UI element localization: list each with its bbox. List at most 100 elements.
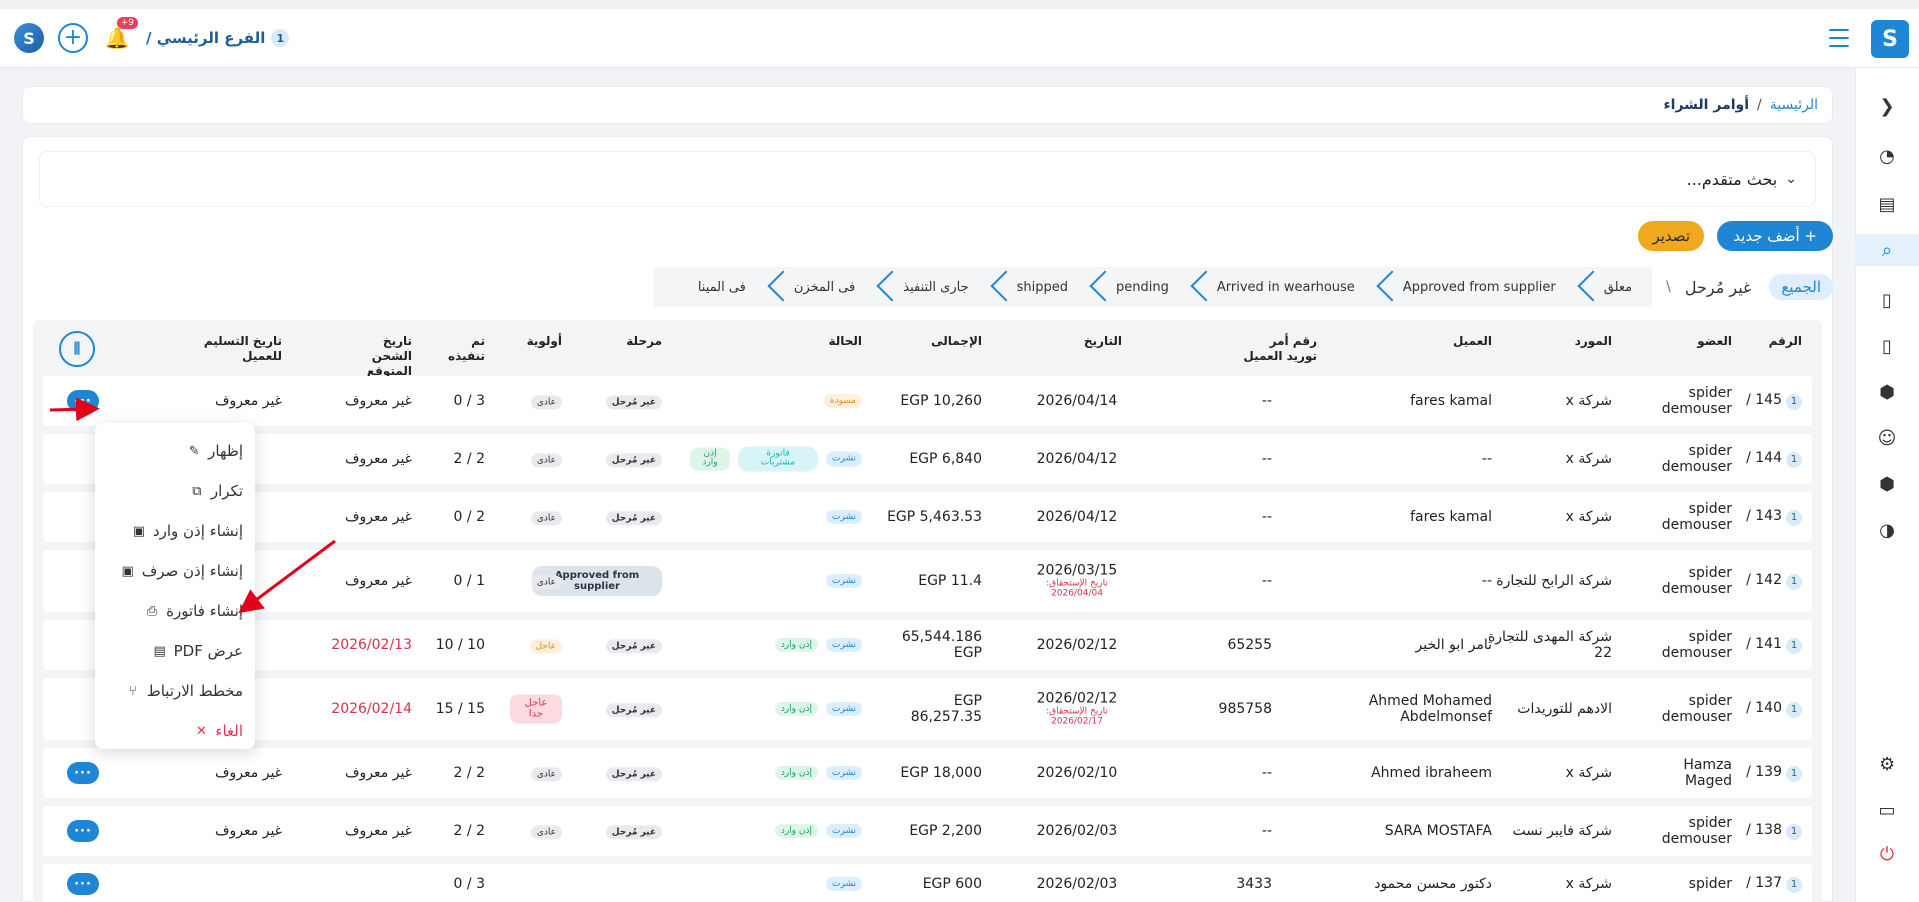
order-id[interactable]: 1139 / [1746, 764, 1802, 782]
order-id[interactable]: 1144 / [1746, 450, 1802, 468]
stage-step[interactable]: Arrived in wearhouse [1189, 267, 1375, 307]
settings-gear-icon[interactable]: ⚙ [1871, 748, 1903, 780]
header-ship-date: تاريخ الشحن المتوقع [366, 334, 412, 378]
dashboard-icon[interactable]: ◔ [1871, 140, 1903, 172]
menu-show[interactable]: إظهار ✎ [95, 431, 255, 471]
table-row[interactable]: 1138 / spider demouser شركة فايبر نست SARA … [43, 806, 1812, 856]
table-row[interactable]: 1143 / spider demouser شركة x fares kamal --… [43, 492, 1812, 542]
stage-step[interactable]: معلق [1576, 267, 1652, 307]
header-date: التاريخ [1083, 334, 1122, 348]
order-total: EGP 10,260 [900, 392, 982, 409]
breadcrumb: الرئيسية / أوامر الشراء [22, 86, 1833, 124]
stage-step[interactable]: فى المينا [670, 267, 766, 307]
stage-step[interactable]: فى المخزن [766, 267, 875, 307]
display-icon[interactable]: ▭ [1871, 794, 1903, 826]
boxes-icon[interactable]: ⬢ [1871, 468, 1903, 500]
breadcrumb-home[interactable]: الرئيسية [1770, 97, 1818, 113]
stage-cell: غير مُرحل [605, 392, 662, 410]
table-row[interactable]: 1145 / spider demouser شركة x fares kamal --… [43, 376, 1812, 426]
status-badges: مسودة [823, 393, 862, 409]
columns-toggle-button[interactable]: ⫼ [59, 331, 95, 367]
order-id[interactable]: 1141 / [1746, 636, 1802, 654]
priority-cell: عادى [530, 450, 562, 468]
inventory-icon[interactable]: ⬢ [1871, 376, 1903, 408]
table-row[interactable]: 1141 / spider demouser شركة المهدى للتجارة… [43, 620, 1812, 670]
order-id[interactable]: 1142 / [1746, 572, 1802, 590]
quick-add-button[interactable]: + [58, 23, 88, 53]
supplier-name: شركة x [1565, 508, 1612, 525]
order-id[interactable]: 1140 / [1746, 700, 1802, 718]
status-badge: إذن وارد [774, 823, 819, 839]
table-row[interactable]: 1139 / Hamza Maged شركة x Ahmed ibraheem -- 2… [43, 748, 1812, 798]
order-total: EGP 18,000 [900, 764, 982, 781]
status-badges: نشرت فاتورة مشتريات إذن وارد [690, 446, 862, 472]
menu-cancel[interactable]: الغاء ✕ [95, 711, 255, 751]
stage-step[interactable]: pending [1088, 267, 1189, 307]
table-row[interactable]: 1140 / spider demouser الادهم للتوريدات Ahm… [43, 678, 1812, 740]
advanced-search-toggle[interactable]: ⌄ بحث متقدم... [39, 151, 1816, 207]
export-button[interactable]: تصدير [1638, 221, 1704, 251]
stage-badge: غير مُرحل [605, 511, 662, 526]
branch-selector[interactable]: 1 الفرع الرئيسي / [146, 29, 290, 47]
done-count: 15 / 15 [435, 700, 485, 717]
order-date: 2026/04/14 [1032, 393, 1122, 409]
power-icon[interactable]: ⏻ [1871, 838, 1903, 870]
stage-step[interactable]: Approved from supplier [1375, 267, 1576, 307]
client-name: fares kamal [1410, 392, 1492, 409]
member-name: spider demouser [1661, 384, 1732, 417]
status-badges: نشرت إذن وارد [774, 765, 862, 781]
close-icon: ✕ [195, 723, 207, 739]
documents-icon[interactable]: ▯ [1871, 284, 1903, 316]
status-badge: نشرت [826, 765, 862, 781]
row-more-button[interactable]: ··· [67, 390, 99, 412]
row-more-button[interactable]: ··· [67, 873, 99, 895]
supplier-name: شركة x [1565, 764, 1612, 781]
priority-badge: عادى [530, 511, 562, 526]
users-icon[interactable]: ☺ [1871, 422, 1903, 454]
notifications-bell-icon[interactable]: 🔔 +9 [102, 17, 138, 53]
table-row[interactable]: 1137 / spider شركة x دكتور محسن محمود 3433 20… [43, 864, 1812, 902]
row-more-button[interactable]: ··· [67, 820, 99, 842]
order-date: 2026/04/12 [1032, 509, 1122, 525]
menu-create-dispatch[interactable]: إنشاء إذن صرف ▣ [95, 551, 255, 591]
stage-step[interactable]: جارى التنفيذ [875, 267, 988, 307]
main-card: ⌄ بحث متقدم... + أضف جديد تصدير الجميع غ… [22, 136, 1833, 902]
client-po: -- [1261, 508, 1272, 525]
menu-create-receipt[interactable]: إنشاء إذن وارد ▣ [95, 511, 255, 551]
order-number: 144 / [1746, 450, 1782, 466]
menu-create-invoice[interactable]: إنشاء فاتورة ⎙ [95, 591, 255, 631]
table-row[interactable]: 1144 / spider demouser شركة x -- -- 2026/04/1… [43, 434, 1812, 484]
header-status: الحالة [828, 334, 862, 348]
client-name: Ahmed Mohamed Abdelmonsef [1368, 692, 1492, 725]
stage-unstaged-tab[interactable]: غير مُرحل [1685, 278, 1752, 297]
purchases-icon[interactable]: ⌕ [1855, 234, 1919, 266]
menu-link-diagram[interactable]: مخطط الارتباط ⑂ [95, 671, 255, 711]
order-id[interactable]: 1145 / [1746, 392, 1802, 410]
stage-step[interactable]: shipped [989, 267, 1088, 307]
order-id[interactable]: 1143 / [1746, 508, 1802, 526]
brand-logo[interactable]: S [1871, 20, 1909, 58]
order-id[interactable]: 1138 / [1746, 822, 1802, 840]
table-row[interactable]: 1142 / spider demouser شركة الرابح للتجارة… [43, 550, 1812, 612]
order-date: 2026/02/03 [1032, 876, 1122, 892]
row-more-button[interactable]: ··· [67, 762, 99, 784]
ship-date: غير معروف [345, 450, 412, 467]
add-new-button[interactable]: + أضف جديد [1717, 221, 1833, 251]
priority-badge: عادى [530, 575, 562, 590]
member-name: spider demouser [1661, 500, 1732, 533]
menu-view-pdf[interactable]: عرض PDF ▤ [95, 631, 255, 671]
app-logo-icon[interactable]: S [14, 23, 44, 53]
pos-icon[interactable]: ▤ [1871, 188, 1903, 220]
top-bar: S S + 🔔 +9 1 الفرع الرئيسي / [0, 0, 1919, 68]
invoices-icon[interactable]: ▯ [1871, 330, 1903, 362]
priority-cell: عاجل جدا [510, 694, 562, 724]
supplier-name: شركة x [1565, 875, 1612, 892]
reports-icon[interactable]: ◑ [1871, 514, 1903, 546]
order-id[interactable]: 1137 / [1746, 875, 1802, 893]
status-badges: نشرت [826, 509, 862, 525]
menu-duplicate[interactable]: تكرار ⧉ [95, 471, 255, 511]
menu-toggle-icon[interactable] [1829, 29, 1849, 47]
stage-badge: غير مُرحل [605, 395, 662, 410]
stage-all-tab[interactable]: الجميع [1769, 274, 1833, 300]
collapse-chevron-icon[interactable]: ❮ [1871, 90, 1903, 122]
